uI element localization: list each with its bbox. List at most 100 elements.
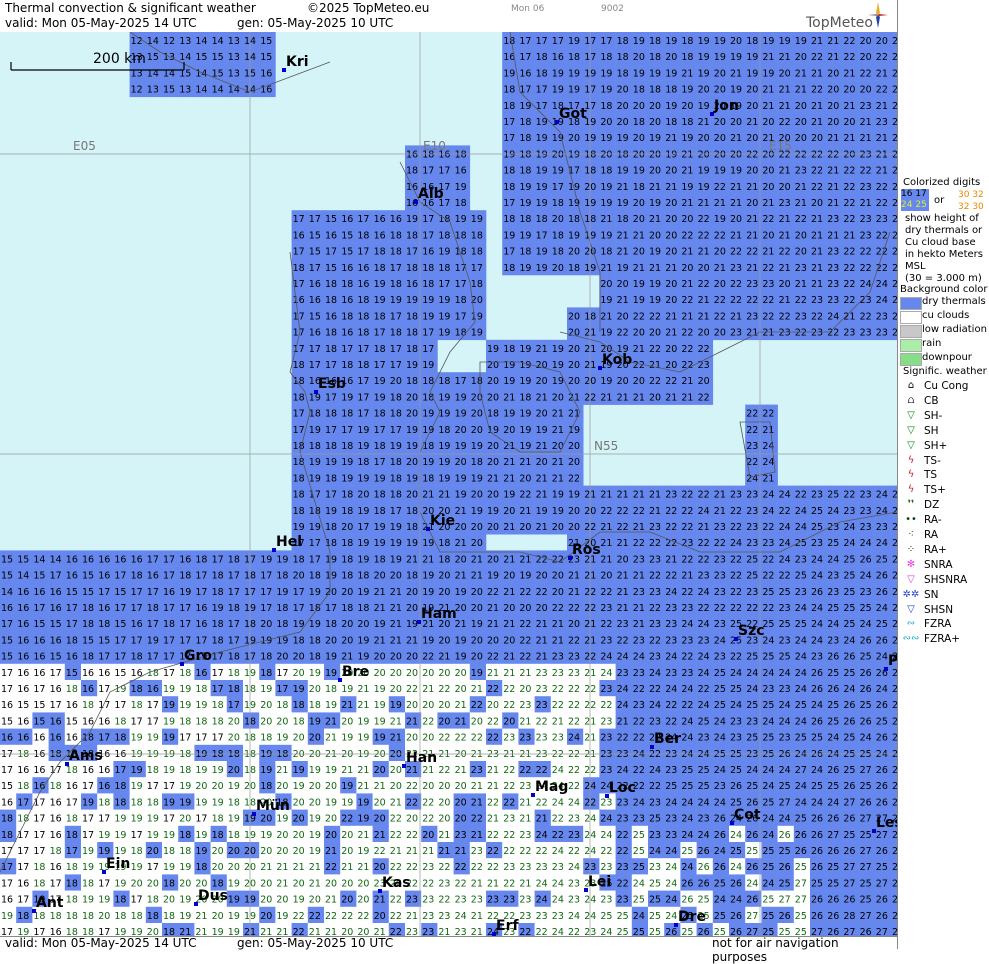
cell-value: 19 xyxy=(552,490,564,501)
cell-value: 18 xyxy=(633,117,645,128)
map-title: Thermal convection & significant weather xyxy=(5,1,256,15)
cell-value: 23 xyxy=(568,830,580,841)
cell-value: 24 xyxy=(762,457,774,468)
cell-value: 19 xyxy=(422,571,434,582)
cell-value: 19 xyxy=(519,263,531,274)
cell-value: 15 xyxy=(325,214,337,225)
cell-value: 18 xyxy=(325,684,337,695)
thunderstorm-icon: ϟ xyxy=(907,469,915,481)
cell-value: 20 xyxy=(600,117,612,128)
cell-value: 25 xyxy=(843,587,855,598)
cell-value: 16 xyxy=(50,603,62,614)
weather-map[interactable]: 12 14 12 13 14 14 13 14 15 18 17 17 17 19 17 17 18 19 18 19… xyxy=(0,32,897,936)
cell-value: 20 xyxy=(487,490,499,501)
cell-value: 18 xyxy=(503,166,515,177)
cell-value: 26 xyxy=(827,684,839,695)
cell-value: 17 xyxy=(17,830,29,841)
cell-value: 19 xyxy=(779,36,791,47)
cell-value: 17 xyxy=(147,587,159,598)
cell-value: 20 xyxy=(487,441,499,452)
cell-value: 20 xyxy=(438,635,450,646)
legend-weather-label: SH+ xyxy=(924,439,948,452)
cell-value: 20 xyxy=(406,587,418,598)
cell-value: 18 xyxy=(406,263,418,274)
cell-value: 26 xyxy=(860,927,872,936)
cell-value: 20 xyxy=(617,85,629,96)
cell-value: 20 xyxy=(665,247,677,258)
cell-value: 18 xyxy=(374,554,386,565)
cell-value: 24 xyxy=(876,652,888,663)
cell-value: 19 xyxy=(519,360,531,371)
cell-value: 22 xyxy=(860,166,872,177)
cell-value: 16 xyxy=(82,716,94,727)
cell-value: 22 xyxy=(843,490,855,501)
cell-value: 19 xyxy=(600,133,612,144)
cell-value: 14 xyxy=(228,85,240,96)
cell-value: 19 xyxy=(698,182,710,193)
cell-value: 18 xyxy=(471,376,483,387)
cell-value: 21 xyxy=(617,603,629,614)
cell-value: 21 xyxy=(698,198,710,209)
cell-value: 19 xyxy=(195,700,207,711)
cell-value: 18 xyxy=(114,911,126,922)
cell-value: 19 xyxy=(519,571,531,582)
cell-value: 17 xyxy=(519,85,531,96)
cell-value: 19 xyxy=(746,52,758,63)
cell-value: 23 xyxy=(730,733,742,744)
cell-value: 21 xyxy=(746,328,758,339)
cell-value: 26 xyxy=(730,878,742,889)
cell-value: 18 xyxy=(212,619,224,630)
cell-value: 23 xyxy=(843,506,855,517)
cell-value: 20 xyxy=(617,554,629,565)
cell-value: 18 xyxy=(212,571,224,582)
cell-value: 24 xyxy=(681,619,693,630)
cell-value: 21 xyxy=(681,198,693,209)
cell-value: 18 xyxy=(66,814,78,825)
cell-value: 16 xyxy=(50,830,62,841)
cell-value: 20 xyxy=(795,247,807,258)
cell-value: 19 xyxy=(552,360,564,371)
cell-value: 22 xyxy=(714,311,726,322)
cell-value: 19 xyxy=(471,441,483,452)
cell-value: 17 xyxy=(33,814,45,825)
cell-value: 19 xyxy=(260,554,272,565)
cell-value: 23 xyxy=(714,554,726,565)
cell-value: 27 xyxy=(860,846,872,857)
cell-value: 19 xyxy=(374,619,386,630)
cell-value: 23 xyxy=(633,814,645,825)
cell-value: 20 xyxy=(536,571,548,582)
cell-value: 22 xyxy=(341,814,353,825)
cell-value: 24 xyxy=(633,878,645,889)
cell-value: 19 xyxy=(341,733,353,744)
cell-value: 22 xyxy=(762,311,774,322)
cell-value: 22 xyxy=(843,36,855,47)
cell-value: 20 xyxy=(195,781,207,792)
cell-value: 20 xyxy=(293,797,305,808)
cell-value: 25 xyxy=(714,684,726,695)
cell-value: 18 xyxy=(406,571,418,582)
cell-value: 19 xyxy=(455,473,467,484)
cell-value: 18 xyxy=(471,279,483,290)
city-label: Jon xyxy=(714,98,739,114)
city-label: Esb xyxy=(318,376,346,392)
cell-value: 19 xyxy=(309,392,321,403)
cell-value: 19 xyxy=(649,68,661,79)
cell-value: 19 xyxy=(309,522,321,533)
cell-value: 21 xyxy=(471,571,483,582)
cell-value: 23 xyxy=(746,716,758,727)
cell-value: 24 xyxy=(827,733,839,744)
cell-value: 20 xyxy=(438,781,450,792)
cell-value: 16 xyxy=(455,166,467,177)
cell-value: 22 xyxy=(438,765,450,776)
cell-value: 15 xyxy=(1,554,13,565)
cell-value: 17 xyxy=(114,700,126,711)
cell-value: 18 xyxy=(293,700,305,711)
cell-value: 22 xyxy=(633,360,645,371)
cell-value: 18 xyxy=(503,101,515,112)
cell-value: 24 xyxy=(762,506,774,517)
cell-value: 24 xyxy=(617,652,629,663)
cell-value: 19 xyxy=(147,733,159,744)
cell-value: 21 xyxy=(503,522,515,533)
cell-value: 22 xyxy=(876,85,888,96)
cell-value: 26 xyxy=(827,846,839,857)
